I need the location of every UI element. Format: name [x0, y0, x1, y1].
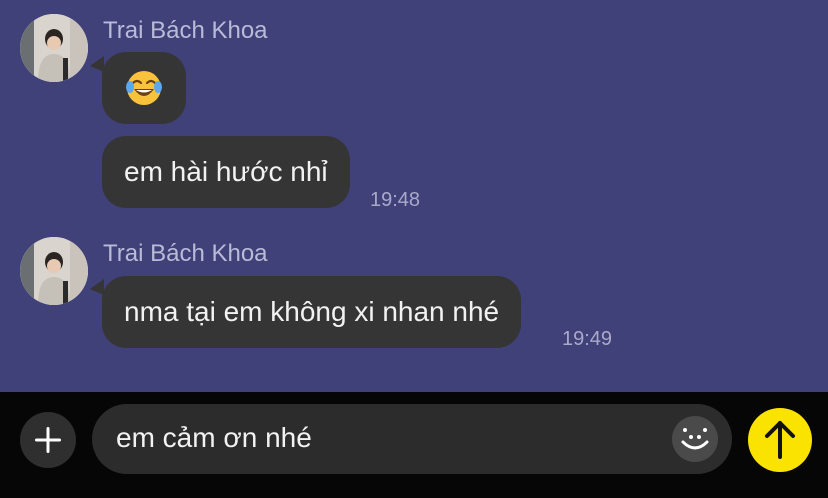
- sender-name: Trai Bách Khoa: [103, 17, 268, 44]
- plus-icon: [35, 427, 61, 453]
- message-text: nma tại em không xi nhan nhé: [124, 296, 500, 327]
- avatar[interactable]: [20, 14, 88, 82]
- message-text: em hài hước nhỉ: [124, 156, 328, 187]
- message-time: 19:49: [562, 328, 613, 350]
- arrow-up-icon: [765, 421, 795, 459]
- chat-area[interactable]: Trai Bách Khoa em hài hước nhỉ 19:48 Tra…: [0, 0, 828, 392]
- smiley-icon: [681, 428, 709, 450]
- add-attachment-button[interactable]: [20, 412, 76, 468]
- send-button[interactable]: [748, 408, 812, 472]
- message-bubble[interactable]: em hài hước nhỉ: [102, 136, 350, 208]
- composer-bar: em cảm ơn nhé: [0, 392, 828, 498]
- avatar[interactable]: [20, 237, 88, 305]
- emoji-button[interactable]: [672, 416, 718, 462]
- message-bubble[interactable]: nma tại em không xi nhan nhé: [102, 276, 522, 348]
- message-input-value[interactable]: em cảm ơn nhé: [116, 420, 312, 456]
- face-with-tears-of-joy-icon: [126, 71, 162, 105]
- message-time: 19:48: [370, 189, 421, 211]
- message-input[interactable]: em cảm ơn nhé: [92, 404, 732, 474]
- emoji-message-bubble[interactable]: [102, 52, 186, 124]
- sender-name: Trai Bách Khoa: [103, 240, 268, 267]
